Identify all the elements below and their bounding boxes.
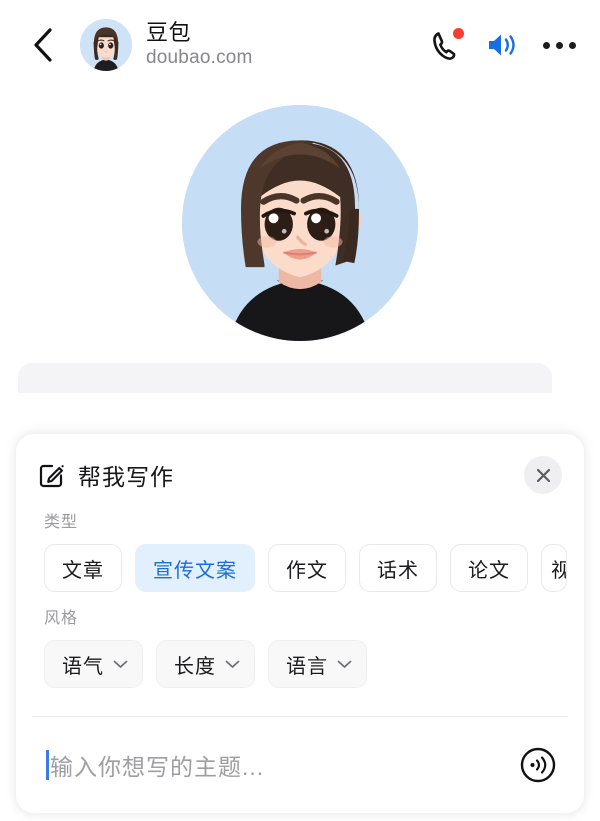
type-chip-label: 作文 [286, 559, 328, 582]
type-section-label: 类型 [44, 514, 79, 531]
compose-icon [38, 461, 66, 489]
type-chip-label: 宣传文案 [153, 559, 237, 582]
app-root: 豆包 doubao.com 帮我写作 类型 文章 宣传文案 作文 话术 论文 风… [0, 0, 600, 821]
app-header: 豆包 doubao.com [0, 0, 600, 90]
speaker-button[interactable] [485, 30, 519, 60]
voice-input-icon [520, 747, 556, 783]
header-avatar[interactable] [80, 19, 132, 71]
topic-input-row[interactable]: 输入你想写的主题... [16, 717, 584, 813]
call-button[interactable] [429, 28, 464, 62]
compose-pencil-icon [39, 464, 64, 488]
back-button[interactable] [22, 21, 62, 69]
type-chip-script[interactable]: 话术 [359, 544, 437, 592]
style-chip-label: 语言 [286, 655, 328, 678]
chevron-down-icon [113, 660, 128, 668]
style-chip-tone[interactable]: 语气 [44, 640, 143, 688]
type-chip-promo-copy[interactable]: 宣传文案 [135, 544, 255, 592]
type-chip-label: 论文 [468, 559, 510, 582]
text-cursor [46, 750, 49, 780]
style-chip-language[interactable]: 语言 [268, 640, 367, 688]
chevron-down-icon [225, 660, 240, 668]
assistant-avatar-image [182, 105, 418, 341]
type-chip-label: 文章 [62, 559, 104, 582]
chevron-left-icon [34, 28, 52, 62]
close-panel-button[interactable] [524, 456, 562, 494]
close-icon [536, 468, 550, 482]
style-chip-row[interactable]: 语气 长度 语言 [16, 628, 584, 688]
writing-assistant-panel: 帮我写作 类型 文章 宣传文案 作文 话术 论文 风格 语气 长度 语言 输入你… [16, 434, 584, 813]
chevron-down-icon [337, 660, 352, 668]
conversation-area [0, 90, 600, 420]
topic-input[interactable]: 输入你想写的主题... [50, 748, 518, 782]
type-chip-label: 视 [551, 554, 566, 583]
style-chip-length[interactable]: 长度 [156, 640, 255, 688]
panel-header: 帮我写作 [16, 434, 584, 496]
more-dot-3 [569, 41, 576, 49]
voice-input-button[interactable] [518, 745, 558, 785]
header-title-block: 豆包 doubao.com [146, 20, 253, 70]
message-bubble-partial [18, 363, 552, 393]
type-chip-thesis[interactable]: 论文 [450, 544, 528, 592]
assistant-large-avatar [182, 105, 418, 341]
header-actions [429, 28, 578, 62]
page-subtitle: doubao.com [146, 47, 253, 69]
type-chip-label: 话术 [377, 559, 419, 582]
style-chip-label: 长度 [174, 655, 216, 678]
more-button[interactable] [541, 41, 578, 49]
style-section-label: 风格 [44, 610, 79, 627]
call-notification-dot [453, 28, 464, 39]
panel-title: 帮我写作 [78, 464, 174, 490]
more-dot-2 [556, 41, 563, 49]
type-chip-overflow[interactable]: 视 [541, 544, 567, 592]
type-chip-row[interactable]: 文章 宣传文案 作文 话术 论文 视 [16, 532, 584, 592]
doubao-avatar-image [80, 19, 132, 71]
type-chip-essay[interactable]: 作文 [268, 544, 346, 592]
type-chip-article[interactable]: 文章 [44, 544, 122, 592]
style-chip-label: 语气 [62, 655, 104, 678]
speaker-on-icon [489, 34, 515, 56]
more-horizontal-icon [543, 41, 550, 49]
page-title: 豆包 [146, 19, 192, 45]
